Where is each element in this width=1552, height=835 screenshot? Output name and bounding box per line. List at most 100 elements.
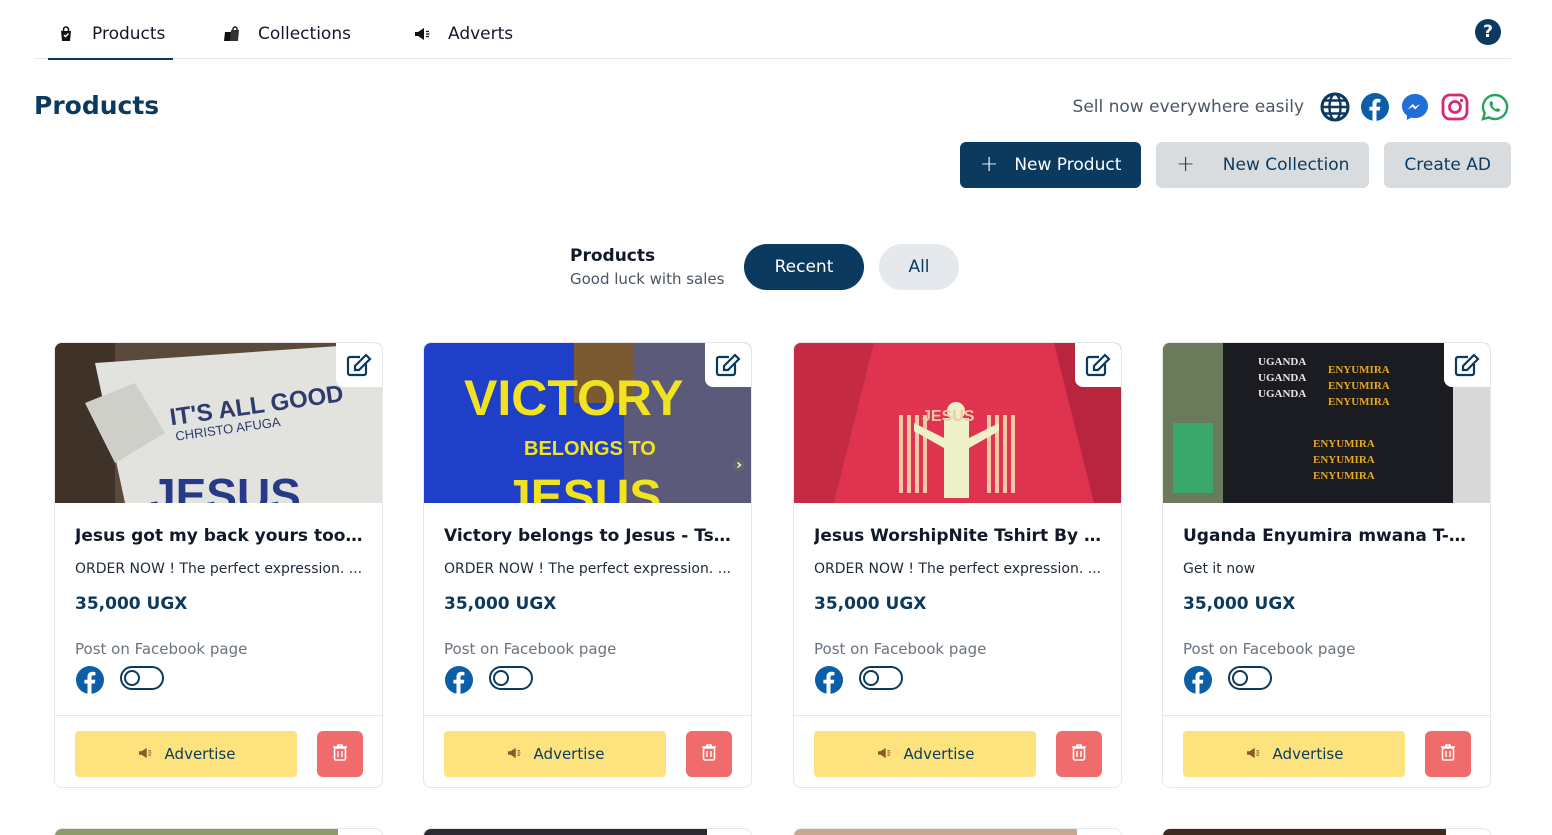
- globe-icon[interactable]: [1320, 92, 1350, 122]
- advertise-button[interactable]: Advertise: [814, 731, 1036, 777]
- advertise-button[interactable]: Advertise: [444, 731, 666, 777]
- post-facebook-label: Post on Facebook page: [444, 640, 617, 658]
- toggle-knob: [863, 670, 879, 686]
- new-product-button[interactable]: + New Product: [959, 142, 1142, 188]
- facebook-icon: [814, 665, 844, 695]
- create-ad-button[interactable]: Create AD: [1384, 142, 1511, 188]
- product-card: JESUS Jesus WorshipNite Tshirt By Bo... …: [793, 342, 1122, 788]
- edit-icon[interactable]: [1444, 343, 1490, 387]
- card-divider: [794, 715, 1121, 716]
- tab-products[interactable]: Products: [47, 10, 174, 60]
- image-text: JESUS: [504, 471, 661, 503]
- advertise-label: Advertise: [903, 745, 975, 763]
- advertise-button[interactable]: Advertise: [1183, 731, 1405, 777]
- image-text: BELONGS TO: [524, 438, 656, 460]
- edit-icon[interactable]: [1075, 343, 1121, 387]
- product-image[interactable]: JESUS: [794, 343, 1121, 503]
- card-divider: [1163, 715, 1490, 716]
- product-card: [1162, 828, 1491, 835]
- product-card: [423, 828, 752, 835]
- filter-title: Products: [570, 246, 656, 266]
- advertise-label: Advertise: [1272, 745, 1344, 763]
- product-card: UGANDA UGANDA UGANDA ENYUMIRA ENYUMIRA E…: [1162, 342, 1491, 788]
- product-title[interactable]: Jesus WorshipNite Tshirt By Bo...: [814, 526, 1104, 546]
- filter-subtitle: Good luck with sales: [570, 270, 725, 288]
- delete-button[interactable]: [1056, 731, 1102, 777]
- trash-icon: [701, 743, 717, 765]
- image-text: ENYUMIRA: [1328, 364, 1390, 376]
- facebook-icon: [1183, 665, 1213, 695]
- edit-icon[interactable]: [705, 343, 751, 387]
- megaphone-icon: [137, 745, 153, 763]
- megaphone-icon: [412, 24, 432, 44]
- megaphone-icon: [1245, 745, 1261, 763]
- filter-recent-button[interactable]: Recent: [744, 244, 864, 290]
- product-filter: Products Good luck with sales Recent All: [570, 244, 959, 290]
- action-bar: + New Product + New Collection Create AD: [959, 142, 1511, 188]
- product-title[interactable]: Victory belongs to Jesus - Tshi...: [444, 526, 734, 546]
- messenger-icon[interactable]: [1400, 92, 1430, 122]
- product-description: ORDER NOW ! The perfect expression. ...: [444, 561, 732, 577]
- post-facebook-toggle[interactable]: [489, 666, 533, 690]
- filter-all-button[interactable]: All: [879, 244, 959, 290]
- product-price: 35,000 UGX: [814, 594, 927, 614]
- megaphone-icon: [876, 745, 892, 763]
- product-description: Get it now: [1183, 561, 1256, 577]
- post-facebook-label: Post on Facebook page: [1183, 640, 1356, 658]
- product-image[interactable]: UGANDA UGANDA UGANDA ENYUMIRA ENYUMIRA E…: [1163, 343, 1490, 503]
- help-icon[interactable]: ?: [1475, 19, 1501, 45]
- product-image[interactable]: VICTORY BELONGS TO JESUS: [424, 343, 751, 503]
- whatsapp-icon[interactable]: [1480, 92, 1510, 122]
- button-label: New Product: [1014, 155, 1122, 175]
- image-text: JESUS: [150, 469, 301, 503]
- toggle-knob: [124, 670, 140, 686]
- product-card: [793, 828, 1122, 835]
- product-description: ORDER NOW ! The perfect expression. ...: [75, 561, 363, 577]
- card-divider: [424, 715, 751, 716]
- new-collection-button[interactable]: + New Collection: [1156, 142, 1370, 188]
- image-text: ENYUMIRA: [1313, 454, 1375, 466]
- filter-label: Products Good luck with sales: [570, 246, 744, 288]
- delete-button[interactable]: [686, 731, 732, 777]
- image-text: UGANDA: [1258, 356, 1306, 368]
- image-text: ENYUMIRA: [1313, 470, 1375, 482]
- product-card: IT'S ALL GOOD CHRISTO AFUGA JESUS Jesus …: [54, 342, 383, 788]
- edit-icon[interactable]: [336, 343, 382, 387]
- image-text: UGANDA: [1258, 388, 1306, 400]
- sell-tagline: Sell now everywhere easily: [1072, 97, 1304, 117]
- post-facebook-toggle[interactable]: [1228, 666, 1272, 690]
- tab-label: Adverts: [448, 24, 514, 44]
- top-nav: Products Collections Adverts ?: [34, 0, 1511, 60]
- image-text: JESUS: [922, 408, 975, 425]
- product-title[interactable]: Jesus got my back yours too - ...: [75, 526, 365, 546]
- product-description: ORDER NOW ! The perfect expression. ...: [814, 561, 1102, 577]
- instagram-icon[interactable]: [1440, 92, 1470, 122]
- product-card: VICTORY BELONGS TO JESUS Victory belongs…: [423, 342, 752, 788]
- facebook-icon[interactable]: [1360, 92, 1390, 122]
- advertise-label: Advertise: [164, 745, 236, 763]
- image-text: ENYUMIRA: [1328, 396, 1390, 408]
- bags-icon: [222, 24, 242, 44]
- tab-adverts[interactable]: Adverts: [412, 10, 513, 58]
- image-text: ENYUMIRA: [1313, 438, 1375, 450]
- trash-icon: [1071, 743, 1087, 765]
- facebook-icon: [75, 665, 105, 695]
- product-card: [54, 828, 383, 835]
- product-price: 35,000 UGX: [1183, 594, 1296, 614]
- post-facebook-toggle[interactable]: [859, 666, 903, 690]
- shopping-bag-icon: [56, 24, 76, 44]
- toggle-knob: [1232, 670, 1248, 686]
- facebook-icon: [444, 665, 474, 695]
- advertise-button[interactable]: Advertise: [75, 731, 297, 777]
- delete-button[interactable]: [1425, 731, 1471, 777]
- advertise-label: Advertise: [533, 745, 605, 763]
- tab-label: Products: [92, 24, 166, 44]
- product-image[interactable]: IT'S ALL GOOD CHRISTO AFUGA JESUS: [55, 343, 382, 503]
- plus-icon: +: [1176, 152, 1195, 177]
- delete-button[interactable]: [317, 731, 363, 777]
- post-facebook-toggle[interactable]: [120, 666, 164, 690]
- product-price: 35,000 UGX: [444, 594, 557, 614]
- image-text: VICTORY: [464, 370, 683, 426]
- product-title[interactable]: Uganda Enyumira mwana T-s...: [1183, 526, 1473, 546]
- tab-collections[interactable]: Collections: [222, 10, 351, 58]
